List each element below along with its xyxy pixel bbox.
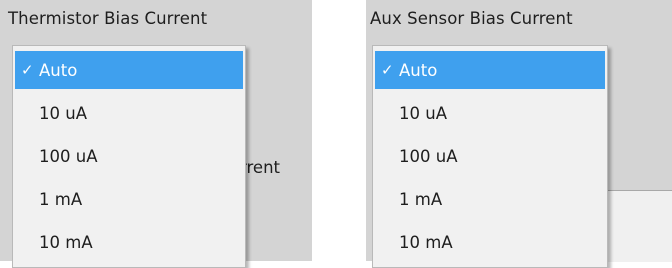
checkmark-icon: ✓ [381, 61, 394, 79]
thermistor-bias-panel: Thermistor Bias Current rrent ✓ Auto 10 … [0, 0, 312, 268]
menu-item-1ma[interactable]: 1 mA [15, 180, 243, 218]
menu-item-100ua[interactable]: 100 uA [15, 137, 243, 175]
menu-item-10ma[interactable]: 10 mA [15, 223, 243, 261]
menu-item-auto[interactable]: ✓ Auto [375, 51, 605, 89]
menu-item-label: Auto [399, 60, 438, 80]
checkmark-icon: ✓ [21, 61, 34, 79]
menu-item-1ma[interactable]: 1 mA [375, 180, 605, 218]
menu-item-label: 100 uA [39, 146, 98, 166]
menu-item-10ma[interactable]: 10 mA [375, 223, 605, 261]
menu-item-label: 10 mA [399, 232, 453, 252]
aux-sensor-bias-title: Aux Sensor Bias Current [370, 9, 573, 28]
thermistor-bias-title: Thermistor Bias Current [8, 9, 208, 28]
menu-item-label: 1 mA [39, 189, 83, 209]
aux-sensor-bias-panel: Aux Sensor Bias Current ✓ Auto 10 uA 100… [366, 0, 672, 268]
menu-item-label: 1 mA [399, 189, 443, 209]
menu-item-label: Auto [39, 60, 78, 80]
menu-item-label: 10 uA [39, 103, 87, 123]
obscured-label-fragment: rrent [240, 158, 280, 177]
thermistor-bias-dropdown-menu: ✓ Auto 10 uA 100 uA 1 mA 10 mA [12, 45, 246, 268]
menu-item-label: 10 uA [399, 103, 447, 123]
aux-sensor-bias-dropdown-menu: ✓ Auto 10 uA 100 uA 1 mA 10 mA [372, 45, 608, 268]
menu-item-10ua[interactable]: 10 uA [375, 94, 605, 132]
menu-item-10ua[interactable]: 10 uA [15, 94, 243, 132]
menu-item-auto[interactable]: ✓ Auto [15, 51, 243, 89]
background-control-area [606, 190, 672, 262]
menu-item-label: 100 uA [399, 146, 458, 166]
menu-item-100ua[interactable]: 100 uA [375, 137, 605, 175]
menu-item-label: 10 mA [39, 232, 93, 252]
